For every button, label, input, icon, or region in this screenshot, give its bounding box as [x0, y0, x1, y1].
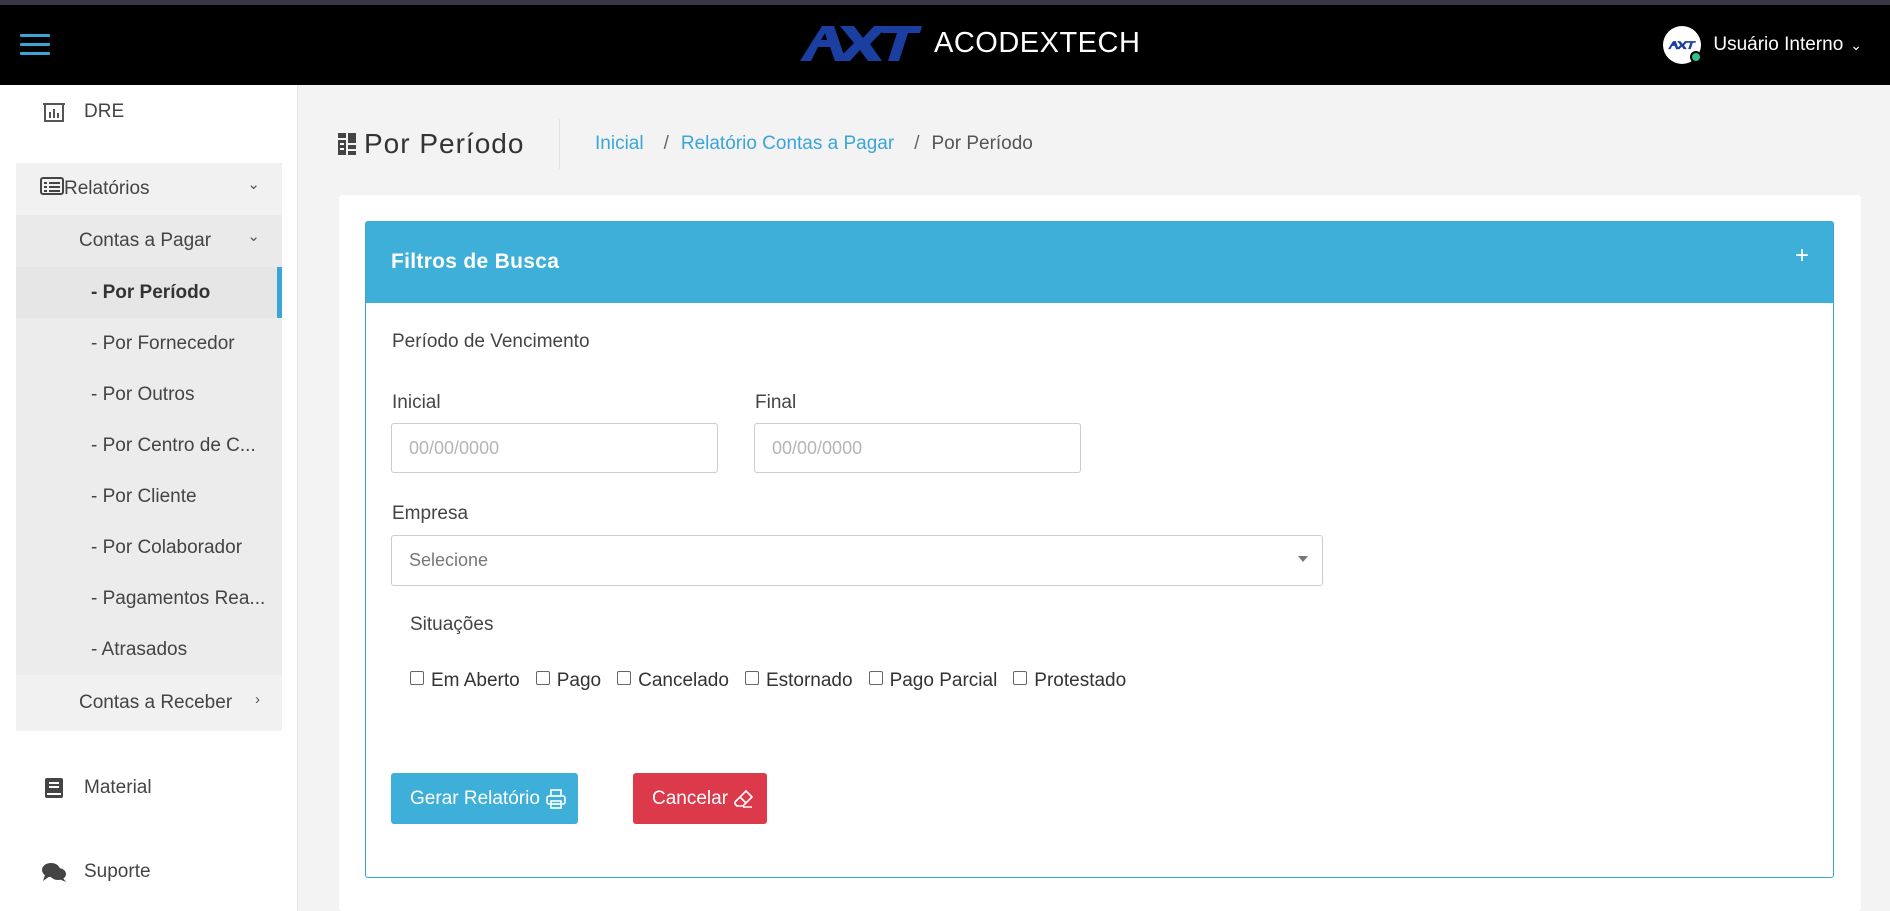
- brand-name: ACODEXTECH: [934, 26, 1141, 59]
- user-name: Usuário Interno: [1713, 34, 1844, 55]
- sidebar-item-por-fornecedor[interactable]: - Por Fornecedor: [16, 318, 282, 369]
- checkbox-label: Pago: [556, 670, 602, 691]
- sidebar-item-por-cliente[interactable]: - Por Cliente: [16, 471, 282, 522]
- sidebar-item-label: Contas a Receber: [79, 692, 233, 713]
- checkbox-label: Protestado: [1034, 670, 1127, 691]
- expand-plus-icon[interactable]: +: [1795, 242, 1809, 270]
- end-date-input[interactable]: [754, 423, 1081, 473]
- period-label: Período de Vencimento: [392, 331, 590, 352]
- generate-report-button[interactable]: Gerar Relatório: [391, 773, 578, 824]
- avatar: [1663, 26, 1703, 64]
- brand-logo-icon: [800, 26, 922, 61]
- sidebar-item-pagamentos-realizados[interactable]: - Pagamentos Rea...: [16, 573, 282, 624]
- checkbox-box[interactable]: [744, 671, 759, 685]
- header-divider: [559, 119, 560, 169]
- sidebar-item-por-outros[interactable]: - Por Outros: [16, 369, 282, 420]
- sidebar-item-material[interactable]: Material: [16, 762, 282, 814]
- book-icon: [40, 777, 68, 799]
- filter-panel-header[interactable]: Filtros de Busca +: [366, 222, 1833, 303]
- status-checkbox-group: Em Aberto Pago Cancelado Estornado Pago …: [410, 670, 1142, 692]
- sidebar-item-label: Relatórios: [64, 178, 150, 199]
- eraser-icon: [734, 789, 754, 808]
- page-title: Por Período: [364, 128, 525, 159]
- company-select-value: Selecione: [409, 550, 489, 570]
- checkbox-pago-parcial[interactable]: Pago Parcial: [868, 670, 998, 692]
- chart-icon: [40, 101, 68, 123]
- sidebar-item-label: Contas a Pagar: [79, 230, 212, 251]
- end-date-label: Final: [755, 392, 797, 413]
- top-navbar: ACODEXTECH Usuário Interno ⌄: [0, 5, 1890, 85]
- checkbox-protestado[interactable]: Protestado: [1013, 670, 1126, 692]
- report-grid-icon: [338, 133, 356, 155]
- chevron-down-icon: ⌄: [247, 176, 260, 193]
- menu-toggle-icon[interactable]: [20, 32, 50, 56]
- list-icon: [40, 177, 64, 201]
- checkbox-label: Cancelado: [638, 670, 729, 691]
- checkbox-label: Estornado: [765, 670, 853, 691]
- sidebar-item-por-centro-de-custo[interactable]: - Por Centro de C...: [16, 420, 282, 471]
- user-menu[interactable]: Usuário Interno ⌄: [1663, 26, 1862, 64]
- chevron-down-icon: ⌄: [247, 228, 260, 245]
- button-label: Gerar Relatório: [410, 787, 540, 809]
- breadcrumb-separator: /: [663, 133, 669, 154]
- sidebar-item-contas-a-receber[interactable]: Contas a Receber ›: [16, 677, 282, 729]
- avatar-logo-icon: [1668, 41, 1697, 50]
- start-date-label: Inicial: [392, 392, 441, 413]
- sidebar-group-relatorios: Relatórios ⌄ Contas a Pagar ⌄ - Por Perí…: [16, 163, 282, 731]
- print-icon: [546, 788, 566, 809]
- online-status-dot: [1690, 51, 1703, 63]
- company-select[interactable]: Selecione: [391, 535, 1323, 586]
- breadcrumb-link-inicial[interactable]: Inicial: [595, 133, 644, 155]
- comments-icon: [40, 862, 68, 882]
- sidebar: DRE Relatórios ⌄ Contas a Pagar ⌄ - Por …: [0, 85, 298, 911]
- checkbox-box[interactable]: [410, 671, 424, 685]
- sidebar-item-por-colaborador[interactable]: - Por Colaborador: [16, 522, 282, 573]
- page-header: Por Período: [338, 120, 524, 168]
- checkbox-box[interactable]: [1013, 671, 1028, 685]
- sidebar-item-dre[interactable]: DRE: [16, 86, 282, 138]
- breadcrumb-separator: /: [914, 133, 920, 154]
- checkbox-pago[interactable]: Pago: [535, 670, 602, 692]
- start-date-input[interactable]: [391, 423, 718, 473]
- cancel-button[interactable]: Cancelar: [633, 773, 767, 824]
- caret-down-icon: [1298, 556, 1308, 562]
- breadcrumb-current: Por Período: [931, 133, 1033, 154]
- checkbox-label: Pago Parcial: [889, 670, 998, 691]
- brand[interactable]: ACODEXTECH: [800, 20, 1140, 66]
- sidebar-item-label: DRE: [84, 101, 125, 122]
- company-label: Empresa: [392, 503, 469, 524]
- chevron-down-icon: ⌄: [1850, 36, 1862, 53]
- breadcrumb: Inicial / Relatório Contas a Pagar / Por…: [595, 133, 1033, 155]
- checkbox-label: Em Aberto: [431, 670, 520, 691]
- checkbox-box[interactable]: [535, 671, 550, 685]
- sidebar-item-por-periodo[interactable]: - Por Período: [16, 267, 282, 318]
- status-label: Situações: [410, 614, 494, 635]
- checkbox-estornado[interactable]: Estornado: [744, 670, 853, 692]
- sidebar-item-label: Material: [84, 777, 152, 798]
- sidebar-item-relatorios[interactable]: Relatórios ⌄: [16, 163, 282, 215]
- button-label: Cancelar: [652, 787, 729, 809]
- checkbox-box[interactable]: [617, 671, 632, 685]
- sidebar-item-suporte[interactable]: Suporte: [16, 846, 282, 898]
- sidebar-item-label: Suporte: [84, 861, 151, 882]
- checkbox-em-aberto[interactable]: Em Aberto: [410, 670, 520, 692]
- sidebar-item-contas-a-pagar[interactable]: Contas a Pagar ⌄: [16, 215, 282, 267]
- checkbox-box[interactable]: [868, 671, 883, 685]
- sidebar-item-atrasados[interactable]: - Atrasados: [16, 624, 282, 675]
- checkbox-cancelado[interactable]: Cancelado: [617, 670, 729, 692]
- breadcrumb-link-relatorio[interactable]: Relatório Contas a Pagar: [681, 133, 894, 155]
- filter-panel-title: Filtros de Busca: [391, 250, 560, 273]
- chevron-right-icon: ›: [255, 691, 260, 708]
